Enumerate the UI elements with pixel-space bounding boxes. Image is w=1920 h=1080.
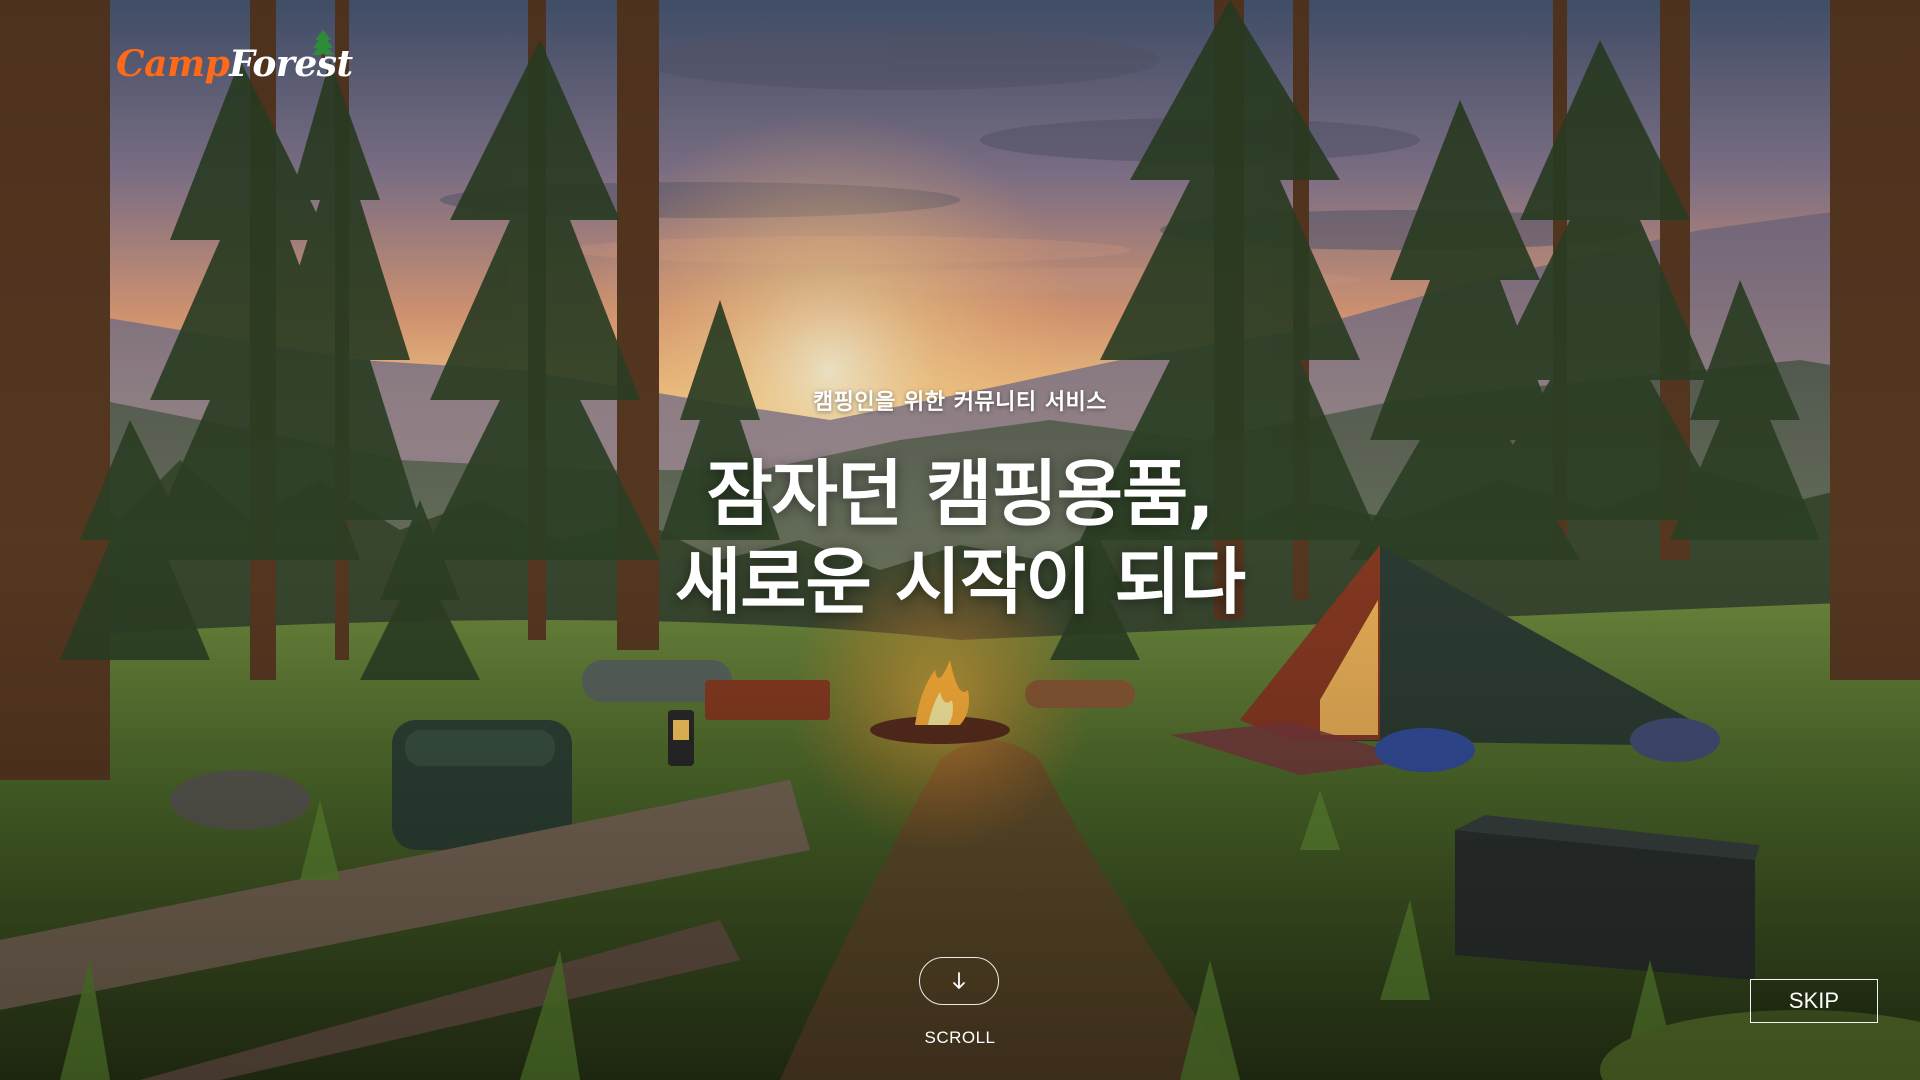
hero-subtitle: 캠핑인을 위한 커뮤니티 서비스 bbox=[812, 390, 1108, 415]
arrow-down-icon bbox=[953, 972, 965, 989]
hero-section: 캠핑인을 위한 커뮤니티 서비스 잠자던 캠핑용품, 새로운 시작이 되다 bbox=[0, 384, 1920, 626]
logo-forest-text: Forest bbox=[229, 43, 353, 85]
scroll-label: SCROLL bbox=[924, 1028, 996, 1047]
hero-title-line1: 잠자던 캠핑용품, bbox=[706, 452, 1214, 536]
scroll-down-button[interactable] bbox=[919, 957, 999, 1005]
hero-title-line2: 새로운 시작이 되다 bbox=[674, 540, 1246, 624]
site-logo[interactable]: CampForest bbox=[116, 30, 353, 82]
logo-camp-text: Camp bbox=[116, 43, 230, 85]
pine-tree-icon bbox=[312, 30, 334, 58]
skip-button[interactable]: SKIP bbox=[1750, 979, 1878, 1023]
hero-title: 잠자던 캠핑용품, 새로운 시작이 되다 bbox=[0, 450, 1920, 626]
